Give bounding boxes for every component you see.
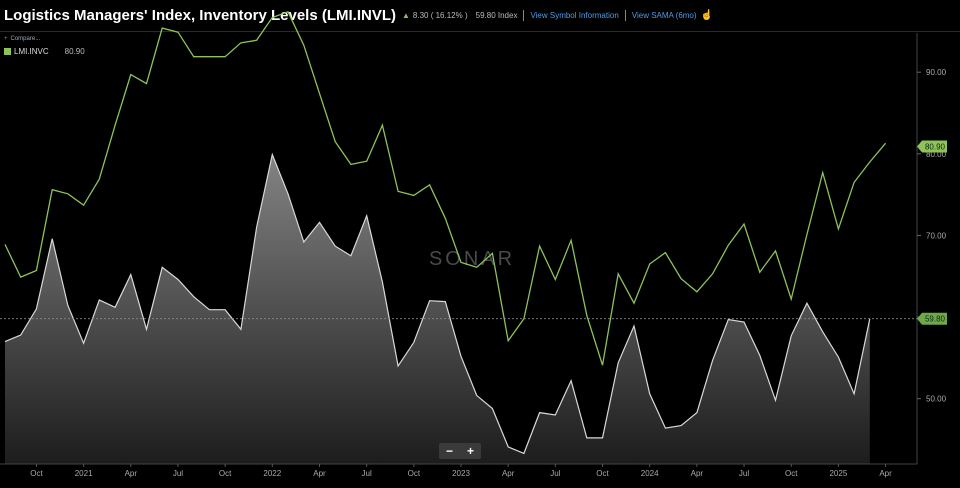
legend-series-name: LMI.INVC — [14, 47, 49, 56]
x-tick-label: Apr — [502, 469, 515, 478]
legend-series-value: 80.90 — [64, 47, 85, 56]
x-tick-label: Jul — [739, 469, 749, 478]
last-value-label: 59.80 — [925, 315, 946, 324]
x-tick-label: Jul — [362, 469, 372, 478]
compare-button[interactable]: + Compare... — [4, 36, 40, 42]
x-tick-label: Oct — [219, 469, 232, 478]
zoom-in-button[interactable]: + — [462, 443, 480, 459]
legend: LMI.INVC 80.90 — [4, 47, 85, 56]
y-tick-label: 90.00 — [926, 68, 947, 77]
sonar-watermark: SONAR — [429, 248, 515, 270]
chart-area[interactable]: SONAR50.0060.0070.0080.0090.00Oct2021Apr… — [0, 0, 960, 488]
y-tick-label: 50.00 — [926, 395, 947, 404]
y-tick-label: 70.00 — [926, 231, 947, 240]
x-tick-label: Oct — [785, 469, 798, 478]
zoom-controls: − + — [439, 443, 481, 459]
x-tick-label: Jul — [550, 469, 560, 478]
x-tick-label: 2024 — [641, 469, 659, 478]
zoom-out-button[interactable]: − — [441, 443, 459, 459]
x-tick-label: Apr — [313, 469, 326, 478]
x-tick-label: Apr — [691, 469, 704, 478]
plus-icon: + — [4, 36, 8, 42]
x-tick-label: Oct — [596, 469, 609, 478]
x-tick-label: 2023 — [452, 469, 470, 478]
x-tick-label: 2025 — [829, 469, 847, 478]
last-value-label: 80.90 — [925, 142, 946, 151]
compare-label: Compare... — [10, 36, 41, 42]
x-tick-label: Apr — [879, 469, 892, 478]
legend-swatch — [4, 48, 11, 55]
x-tick-label: 2021 — [75, 469, 93, 478]
x-tick-label: Oct — [30, 469, 43, 478]
x-tick-label: Apr — [125, 469, 138, 478]
x-tick-label: Jul — [173, 469, 183, 478]
x-tick-label: Oct — [408, 469, 421, 478]
x-tick-label: 2022 — [263, 469, 281, 478]
